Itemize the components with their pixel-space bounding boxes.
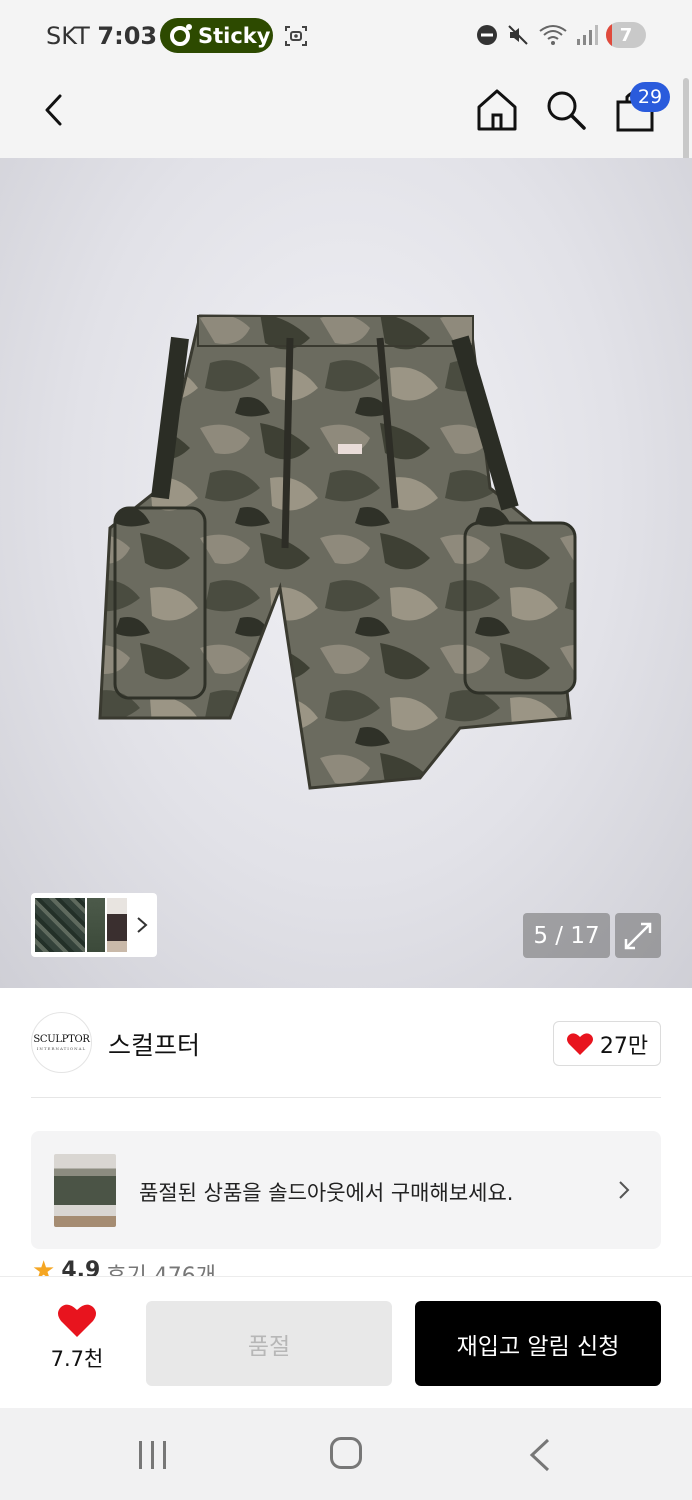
sticky-icon <box>170 23 192 46</box>
restock-alert-button[interactable]: 재입고 알림 신청 <box>415 1301 661 1386</box>
cart-count-badge: 29 <box>630 82 670 112</box>
heart-icon <box>566 1032 593 1055</box>
back-arrow-icon[interactable] <box>36 90 76 130</box>
expand-icon <box>624 922 652 949</box>
soldout-banner[interactable]: 품절된 상품을 솔드아웃에서 구매해보세요. <box>31 1131 661 1249</box>
rating-score: 4.9 <box>61 1258 101 1276</box>
chevron-right-icon <box>619 1181 630 1199</box>
brand-name[interactable]: 스컬프터 <box>108 1026 200 1062</box>
home-nav-icon[interactable] <box>330 1437 362 1469</box>
screen-record-icon <box>285 26 307 46</box>
section-divider <box>31 1097 661 1098</box>
sticky-label: Sticky <box>198 23 271 48</box>
battery-icon: 7 <box>606 22 646 48</box>
recent-apps-icon[interactable] <box>136 1440 170 1470</box>
related-thumbnail-strip[interactable] <box>31 893 157 957</box>
brand-like-button[interactable]: 27만 <box>553 1021 661 1066</box>
status-carrier-time: SKT 7:03 <box>46 22 157 50</box>
sticky-indicator[interactable]: Sticky <box>160 18 273 53</box>
chevron-right-icon <box>137 917 148 933</box>
image-counter: 5 / 17 <box>523 913 610 958</box>
search-icon[interactable] <box>544 88 588 132</box>
bottom-action-bar: 7.7천 품절 재입고 알림 신청 <box>0 1276 692 1408</box>
wifi-icon <box>539 25 567 45</box>
banner-text: 품절된 상품을 솔드아웃에서 구매해보세요. <box>139 1181 514 1205</box>
back-nav-icon[interactable] <box>528 1438 552 1472</box>
brand-logo[interactable]: SCULPTOR INTERNATIONAL <box>31 1012 92 1073</box>
product-photo <box>98 314 577 790</box>
expand-button[interactable] <box>615 913 661 958</box>
app-header: 29 <box>0 72 692 158</box>
wishlist-button[interactable]: 7.7천 <box>30 1303 124 1383</box>
brand-logo-text: SCULPTOR <box>33 1034 90 1045</box>
clock: 7:03 <box>97 22 158 50</box>
status-bar: SKT 7:03 Sticky 7 <box>0 0 692 72</box>
product-image-gallery[interactable]: 5 / 17 <box>0 158 692 988</box>
brand-row: SCULPTOR INTERNATIONAL 스컬프터 27만 <box>0 988 692 1096</box>
battery-level: 7 <box>619 24 633 46</box>
review-count: 후기 476개 <box>106 1258 216 1276</box>
signal-icon <box>577 25 598 45</box>
system-nav-bar <box>0 1408 692 1500</box>
heart-icon <box>58 1304 96 1337</box>
related-thumbnails <box>35 898 127 952</box>
do-not-disturb-icon <box>477 25 497 45</box>
rating-row[interactable]: ★ 4.9 후기 476개 <box>32 1258 216 1276</box>
soldout-button: 품절 <box>146 1301 392 1386</box>
banner-thumbnail <box>54 1154 116 1227</box>
home-icon[interactable] <box>474 87 520 133</box>
mute-icon <box>508 25 528 45</box>
brand-logo-subtext: INTERNATIONAL <box>36 1046 87 1051</box>
status-icons: 7 <box>476 22 646 48</box>
brand-like-count: 27만 <box>599 1033 649 1059</box>
wishlist-count: 7.7천 <box>50 1347 104 1371</box>
carrier-label: SKT <box>46 22 90 50</box>
star-icon: ★ <box>32 1258 56 1276</box>
